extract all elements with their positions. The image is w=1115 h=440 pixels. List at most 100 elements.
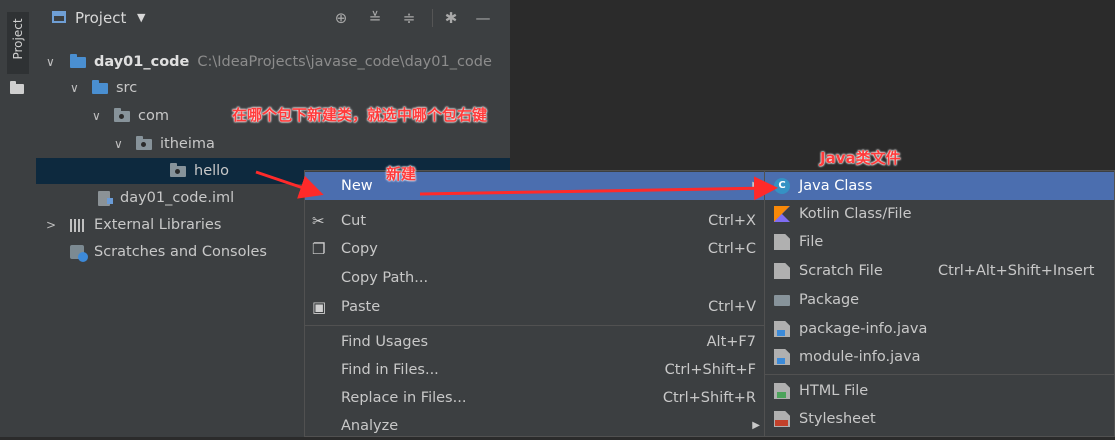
menu-item-replace-in-files[interactable]: Replace in Files... Ctrl+Shift+R <box>305 384 766 412</box>
scissors-icon: ✂ <box>312 212 325 230</box>
java-class-icon: C <box>774 178 790 194</box>
tree-item-itheima[interactable]: ∨ itheima <box>36 131 510 157</box>
submenu-item-html-file[interactable]: HTML File <box>765 377 1114 405</box>
folder-icon[interactable] <box>10 81 24 94</box>
menu-item-find-usages[interactable]: Find Usages Alt+F7 <box>305 328 766 356</box>
menu-find-usages-shortcut: Alt+F7 <box>706 334 756 350</box>
project-tool-tab-label: Project <box>11 18 25 60</box>
menu-copy-shortcut: Ctrl+C <box>707 241 756 257</box>
chevron-down-icon[interactable]: ▼ <box>137 11 145 24</box>
tree-com-label: com <box>138 108 169 124</box>
submenu-file-label: File <box>799 234 824 250</box>
chevron-down-icon[interactable]: ∨ <box>70 75 79 101</box>
annotation-new-hint: 新建 <box>386 165 417 183</box>
scratch-file-icon <box>774 263 790 279</box>
kotlin-icon <box>774 206 790 222</box>
submenu-package-label: Package <box>799 292 860 308</box>
root-name: day01_code <box>94 54 190 70</box>
submenu-item-stylesheet[interactable]: Stylesheet <box>765 405 1114 433</box>
copy-icon: ❐ <box>312 240 326 258</box>
submenu-java-class-label: Java Class <box>799 178 873 194</box>
target-icon[interactable]: ⊕ <box>332 9 350 27</box>
project-tool-tab[interactable]: Project <box>7 12 29 74</box>
module-folder-icon <box>70 54 86 68</box>
tree-src-label: src <box>116 80 138 96</box>
scratches-icon <box>70 245 88 262</box>
tree-external-libraries-label: External Libraries <box>94 217 222 233</box>
new-submenu: C Java Class Kotlin Class/File File Scra… <box>764 170 1115 437</box>
toolbar-divider <box>432 9 433 27</box>
annotation-right-click-hint: 在哪个包下新建类，就选中哪个包右键 <box>232 106 488 124</box>
tree-item-src[interactable]: ∨ src <box>36 75 510 101</box>
clipboard-icon: ▣ <box>312 298 327 316</box>
module-file-icon <box>98 191 113 206</box>
submenu-item-package-info[interactable]: package-info.java <box>765 315 1114 343</box>
submenu-arrow-icon: ▶ <box>752 420 760 431</box>
chevron-right-icon[interactable]: > <box>46 212 56 238</box>
tree-hello-label: hello <box>194 163 230 179</box>
submenu-item-module-info[interactable]: module-info.java <box>765 343 1114 371</box>
chevron-down-icon[interactable]: ∨ <box>114 131 123 157</box>
menu-item-analyze[interactable]: Analyze ▶ <box>305 412 766 440</box>
tree-item-root[interactable]: ∨ day01_code C:\IdeaProjects\javase_code\… <box>36 49 510 75</box>
submenu-scratch-file-label: Scratch File <box>799 263 883 279</box>
menu-find-in-files-shortcut: Ctrl+Shift+F <box>664 362 756 378</box>
submenu-item-scratch-file[interactable]: Scratch File Ctrl+Alt+Shift+Insert <box>765 257 1114 285</box>
annotation-java-file-hint: Java类文件 <box>820 149 901 167</box>
submenu-module-info-label: module-info.java <box>799 349 921 365</box>
file-icon <box>774 234 790 250</box>
package-icon <box>114 108 130 122</box>
menu-cut-label: Cut <box>341 213 366 229</box>
minimize-icon[interactable]: — <box>474 9 492 27</box>
submenu-item-java-class[interactable]: C Java Class <box>765 172 1114 200</box>
submenu-item-package[interactable]: Package <box>765 286 1114 314</box>
java-file-icon <box>774 321 790 337</box>
menu-replace-in-files-shortcut: Ctrl+Shift+R <box>662 390 756 406</box>
menu-item-copy[interactable]: ❐ Copy Ctrl+C <box>305 235 766 263</box>
css-file-icon <box>774 411 790 427</box>
submenu-stylesheet-label: Stylesheet <box>799 411 876 427</box>
menu-copy-label: Copy <box>341 241 378 257</box>
chevron-down-icon[interactable]: ∨ <box>46 49 55 75</box>
menu-item-find-in-files[interactable]: Find in Files... Ctrl+Shift+F <box>305 356 766 384</box>
tree-itheima-label: itheima <box>160 136 215 152</box>
tool-window-strip: Project <box>0 0 37 437</box>
tree-root-label: day01_code C:\IdeaProjects\javase_code\da… <box>94 49 492 75</box>
menu-analyze-label: Analyze <box>341 418 399 434</box>
submenu-arrow-icon: ▶ <box>752 180 760 191</box>
menu-copy-path-label: Copy Path... <box>341 270 429 286</box>
menu-item-cut[interactable]: ✂ Cut Ctrl+X <box>305 207 766 235</box>
menu-item-paste[interactable]: ▣ Paste Ctrl+V <box>305 293 766 321</box>
tree-scratches-label: Scratches and Consoles <box>94 244 267 260</box>
expand-all-icon[interactable]: ≚ <box>366 9 384 27</box>
project-view-icon <box>52 11 66 23</box>
panel-title[interactable]: Project <box>75 9 126 27</box>
submenu-item-file[interactable]: File <box>765 228 1114 256</box>
submenu-package-info-label: package-info.java <box>799 321 928 337</box>
menu-new-label: New <box>341 178 373 194</box>
menu-item-copy-path[interactable]: Copy Path... <box>305 264 766 292</box>
java-file-icon <box>774 349 790 365</box>
menu-paste-label: Paste <box>341 299 381 315</box>
panel-header: Project ▼ ⊕ ≚ ≑ ✱ — <box>36 0 510 36</box>
menu-replace-in-files-label: Replace in Files... <box>341 390 467 406</box>
submenu-html-file-label: HTML File <box>799 383 869 399</box>
root-path: C:\IdeaProjects\javase_code\day01_code <box>197 54 492 70</box>
menu-find-usages-label: Find Usages <box>341 334 429 350</box>
menu-item-new[interactable]: New ▶ <box>305 172 766 200</box>
context-menu: New ▶ ✂ Cut Ctrl+X ❐ Copy Ctrl+C Copy Pa… <box>304 170 767 437</box>
package-icon <box>170 163 186 177</box>
menu-find-in-files-label: Find in Files... <box>341 362 439 378</box>
chevron-down-icon[interactable]: ∨ <box>92 103 101 129</box>
gear-icon[interactable]: ✱ <box>442 9 460 27</box>
submenu-item-kotlin[interactable]: Kotlin Class/File <box>765 200 1114 228</box>
collapse-all-icon[interactable]: ≑ <box>400 9 418 27</box>
menu-cut-shortcut: Ctrl+X <box>708 213 756 229</box>
package-icon <box>774 295 790 306</box>
tree-iml-label: day01_code.iml <box>120 190 235 206</box>
source-folder-icon <box>92 80 108 94</box>
menu-paste-shortcut: Ctrl+V <box>708 299 756 315</box>
html-file-icon <box>774 383 790 399</box>
package-icon <box>136 136 152 150</box>
submenu-divider <box>765 374 1114 375</box>
